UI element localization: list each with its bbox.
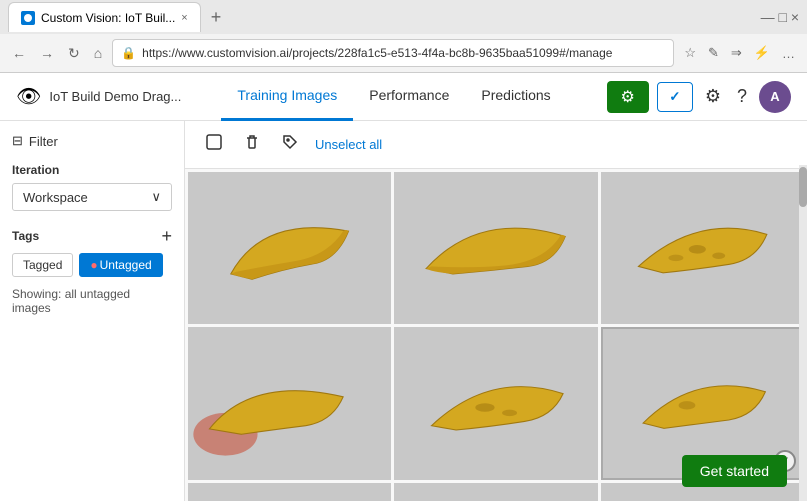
dropdown-arrow: ∨ <box>151 189 161 205</box>
unselect-all-btn[interactable]: Unselect all <box>315 137 382 152</box>
tab-bar: Custom Vision: IoT Buil... × + — □ × <box>0 0 807 34</box>
tab-title: Custom Vision: IoT Buil... <box>41 11 175 25</box>
extensions-btn[interactable]: ⚡ <box>750 41 774 65</box>
browser-tab[interactable]: Custom Vision: IoT Buil... × <box>8 2 201 32</box>
image-cell-8[interactable]: ✓ <box>394 483 597 501</box>
settings-btn[interactable]: ⚙ <box>701 82 725 111</box>
lock-icon: 🔒 <box>121 46 136 60</box>
iteration-section-title: Iteration <box>12 163 172 177</box>
header-right: ⚙ ✓ ⚙ ? A <box>607 81 792 113</box>
image-cell-4[interactable] <box>188 327 391 479</box>
app-logo: 👁 IoT Build Demo Drag... <box>16 84 181 109</box>
image-cell-1[interactable] <box>188 172 391 324</box>
showing-text: Showing: all untagged images <box>12 287 172 315</box>
new-tab-btn[interactable]: + <box>205 7 228 28</box>
quick-test-btn[interactable]: ✓ <box>657 82 693 112</box>
image-cell-2[interactable] <box>394 172 597 324</box>
home-btn[interactable]: ⌂ <box>90 41 106 65</box>
tag-btn[interactable] <box>277 129 303 160</box>
image-toolbar: Unselect all <box>185 121 807 169</box>
forward-btn[interactable]: → <box>36 41 58 65</box>
iteration-dropdown[interactable]: Workspace ∨ <box>12 183 172 211</box>
untagged-filter-btn[interactable]: ●Untagged <box>79 253 162 277</box>
tags-section-title: Tags <box>12 229 39 243</box>
select-all-btn[interactable] <box>201 129 227 160</box>
image-cell-3[interactable] <box>601 172 804 324</box>
filter-toggle[interactable]: ⊟ Filter <box>12 133 172 149</box>
scrollbar-thumb[interactable] <box>799 167 807 207</box>
user-avatar[interactable]: A <box>759 81 791 113</box>
image-cell-7[interactable]: ✓ <box>188 483 391 501</box>
scrollbar[interactable] <box>799 165 807 501</box>
delete-btn[interactable] <box>239 129 265 160</box>
tab-close-btn[interactable]: × <box>181 12 187 24</box>
bookmark-btn[interactable]: ☆ <box>680 41 700 65</box>
back-btn[interactable]: ← <box>8 41 30 65</box>
image-cell-5[interactable] <box>394 327 597 479</box>
help-btn[interactable]: ? <box>733 82 751 111</box>
app-header: 👁 IoT Build Demo Drag... Training Images… <box>0 73 807 121</box>
address-text: https://www.customvision.ai/projects/228… <box>142 46 665 60</box>
pen-btn[interactable]: ✎ <box>704 41 723 65</box>
browser-nav-icons: ☆ ✎ ⇒ ⚡ … <box>680 41 799 65</box>
train-btn[interactable]: ⚙ <box>607 81 649 113</box>
filter-label: Filter <box>29 134 58 149</box>
train-icon: ⚙ <box>621 87 635 107</box>
tags-header: Tags + <box>12 227 172 245</box>
tag-filter-buttons: Tagged ●Untagged <box>12 253 172 277</box>
share-btn[interactable]: ⇒ <box>727 41 746 65</box>
filter-icon: ⊟ <box>12 133 23 149</box>
nav-performance[interactable]: Performance <box>353 73 465 121</box>
window-controls: — □ × <box>761 9 799 25</box>
refresh-btn[interactable]: ↻ <box>64 41 84 66</box>
sidebar: ⊟ Filter Iteration Workspace ∨ Tags + Ta… <box>0 121 185 501</box>
app-title: IoT Build Demo Drag... <box>49 89 181 104</box>
eye-icon: 👁 <box>16 84 41 109</box>
untagged-dot: ● <box>90 258 97 272</box>
nav-training-images[interactable]: Training Images <box>221 73 353 121</box>
tagged-filter-btn[interactable]: Tagged <box>12 253 73 277</box>
main-layout: ⊟ Filter Iteration Workspace ∨ Tags + Ta… <box>0 121 807 501</box>
tab-favicon <box>21 11 35 25</box>
get-started-btn[interactable]: Get started <box>682 455 787 487</box>
image-grid: ✓ ✓ <box>185 169 807 501</box>
add-tag-btn[interactable]: + <box>161 227 172 245</box>
header-nav: Training Images Performance Predictions <box>221 73 566 121</box>
browser-chrome: Custom Vision: IoT Buil... × + — □ × ← →… <box>0 0 807 73</box>
check-icon: ✓ <box>669 89 680 105</box>
address-bar[interactable]: 🔒 https://www.customvision.ai/projects/2… <box>112 39 674 67</box>
iteration-value: Workspace <box>23 190 88 205</box>
more-btn[interactable]: … <box>778 41 799 65</box>
nav-predictions[interactable]: Predictions <box>465 73 566 121</box>
browser-nav: ← → ↻ ⌂ 🔒 https://www.customvision.ai/pr… <box>0 34 807 72</box>
image-content-area: Unselect all <box>185 121 807 501</box>
